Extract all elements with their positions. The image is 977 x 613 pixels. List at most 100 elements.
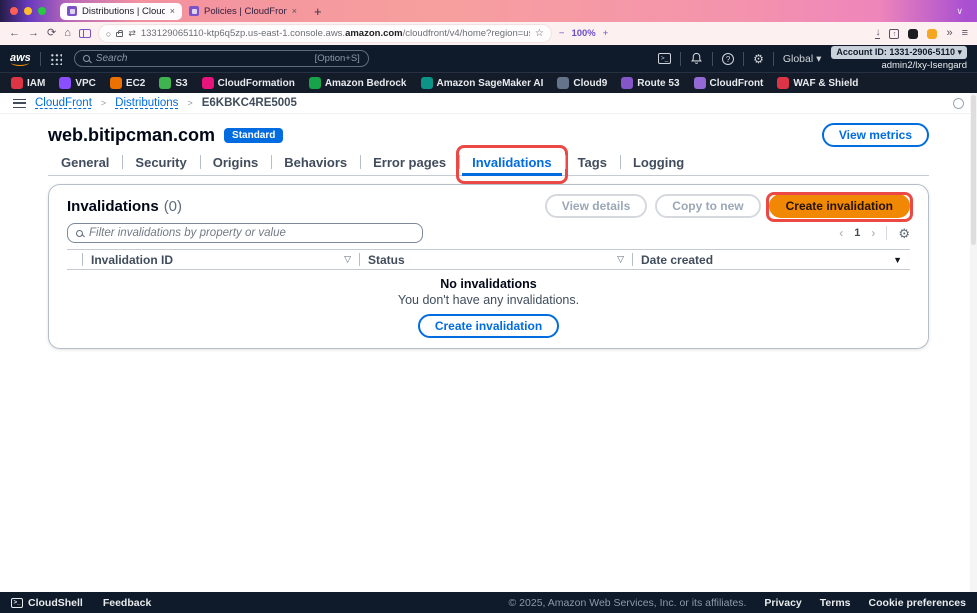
browser-tab-bar: Distributions | CloudFront | Glob × Poli…	[0, 0, 977, 22]
address-bar[interactable]: ○ ⇄ 133129065110-ktp6q5zp.us-east-1.cons…	[99, 25, 551, 42]
tab-logging[interactable]: Logging	[620, 150, 697, 175]
view-details-button[interactable]: View details	[545, 194, 647, 218]
bookmark-cloud9[interactable]: Cloud9	[557, 77, 607, 89]
region-selector[interactable]: Global ▾	[783, 53, 822, 65]
current-page[interactable]: 1	[854, 227, 860, 239]
divider	[773, 52, 774, 66]
tab-invalidations[interactable]: Invalidations	[459, 150, 564, 175]
filter-field[interactable]	[67, 223, 423, 243]
sidebar-toggle-icon[interactable]	[79, 29, 91, 38]
privacy-link[interactable]: Privacy	[764, 597, 801, 609]
page-title: web.bitipcman.com	[48, 125, 215, 146]
panel-title: Invalidations	[67, 198, 159, 215]
cookie-preferences-link[interactable]: Cookie preferences	[869, 597, 966, 609]
close-window-button[interactable]	[10, 7, 18, 15]
bookmark-cloudfront[interactable]: CloudFront	[694, 77, 764, 89]
aws-search-field[interactable]: [Option+S]	[74, 50, 369, 67]
breadcrumb: CloudFront > Distributions > E6KBKC4RE50…	[0, 93, 977, 114]
home-icon[interactable]: ⌂	[64, 28, 71, 39]
help-icon[interactable]: ?	[722, 53, 734, 65]
swap-icon[interactable]: ⇄	[128, 28, 136, 39]
search-icon	[76, 230, 83, 237]
view-metrics-button[interactable]: View metrics	[822, 123, 929, 147]
bookmark-star-icon[interactable]: ☆	[535, 28, 544, 39]
bookmark-route53[interactable]: Route 53	[621, 77, 679, 89]
page-header: web.bitipcman.com Standard View metrics	[48, 122, 929, 148]
tab-security[interactable]: Security	[122, 150, 199, 175]
services-grid-icon[interactable]	[50, 53, 62, 65]
bookmark-sagemaker[interactable]: Amazon SageMaker AI	[421, 77, 544, 89]
account-id-badge[interactable]: Account ID: 1331-2906-5110 ▾	[831, 46, 967, 59]
scrollbar-thumb[interactable]	[971, 95, 976, 245]
column-date-created[interactable]: Date created▼	[633, 253, 910, 267]
menu-icon[interactable]: ≡	[962, 28, 968, 39]
bookmark-bedrock[interactable]: Amazon Bedrock	[309, 77, 407, 89]
copy-to-new-button[interactable]: Copy to new	[655, 194, 760, 218]
sort-direction-icon[interactable]: ▼	[893, 255, 902, 265]
window-controls[interactable]	[10, 7, 46, 15]
maximize-window-button[interactable]	[38, 7, 46, 15]
download-icon[interactable]: ↓	[875, 28, 880, 39]
new-tab-button[interactable]: +	[314, 4, 322, 19]
tab-general[interactable]: General	[48, 150, 122, 175]
tab-overflow-chevron-icon[interactable]: ∨	[956, 6, 963, 17]
preferences-gear-icon[interactable]: ⚙	[898, 227, 910, 240]
extension-icon-orange[interactable]	[927, 29, 937, 39]
previous-page-icon[interactable]: ‹	[839, 226, 843, 240]
screen: Distributions | CloudFront | Glob × Poli…	[0, 0, 977, 613]
bookmark-vpc[interactable]: VPC	[59, 77, 96, 89]
tab-tags[interactable]: Tags	[565, 150, 620, 175]
cloudshell-icon[interactable]: >_	[658, 53, 671, 64]
bookmark-s3[interactable]: S3	[159, 77, 187, 89]
filter-funnel-icon[interactable]: ▽	[344, 254, 351, 265]
copyright-text: © 2025, Amazon Web Services, Inc. or its…	[509, 597, 747, 609]
extension-icon-dark[interactable]	[908, 29, 918, 39]
filter-funnel-icon[interactable]: ▽	[617, 254, 624, 265]
url-text[interactable]: 133129065110-ktp6q5zp.us-east-1.console.…	[141, 28, 530, 39]
divider	[712, 52, 713, 66]
column-status[interactable]: Status▽	[360, 253, 632, 267]
zoom-in-icon[interactable]: +	[603, 28, 609, 39]
reload-icon[interactable]: ⟳	[47, 28, 56, 39]
next-page-icon[interactable]: ›	[871, 226, 875, 240]
back-icon[interactable]: ←	[9, 28, 20, 39]
bookmark-ec2[interactable]: EC2	[110, 77, 145, 89]
feedback-link[interactable]: Feedback	[103, 597, 151, 609]
cloudshell-link[interactable]: >_CloudShell	[11, 597, 83, 609]
scrollbar[interactable]	[970, 93, 977, 592]
share-icon[interactable]: ↑	[889, 29, 899, 39]
tab-title: Policies | CloudFront | Global	[204, 6, 287, 17]
forward-icon[interactable]: →	[28, 28, 39, 39]
tab-origins[interactable]: Origins	[200, 150, 272, 175]
close-tab-icon[interactable]: ×	[292, 6, 297, 16]
column-invalidation-id[interactable]: Invalidation ID▽	[83, 253, 359, 267]
shield-icon[interactable]: ○	[106, 29, 111, 39]
invalidations-panel: Invalidations (0) View details Copy to n…	[48, 184, 929, 349]
zoom-out-icon[interactable]: −	[559, 28, 565, 39]
zoom-level[interactable]: 100%	[571, 28, 595, 39]
create-invalidation-button[interactable]: Create invalidation	[769, 194, 910, 218]
create-invalidation-empty-button[interactable]: Create invalidation	[418, 314, 559, 338]
close-tab-icon[interactable]: ×	[170, 6, 175, 16]
filter-input[interactable]	[89, 227, 414, 239]
terms-link[interactable]: Terms	[820, 597, 851, 609]
console-footer: >_CloudShell Feedback © 2025, Amazon Web…	[0, 592, 977, 613]
bookmark-waf[interactable]: WAF & Shield	[777, 77, 858, 89]
tab-error-pages[interactable]: Error pages	[360, 150, 459, 175]
breadcrumb-distributions[interactable]: Distributions	[115, 97, 178, 109]
notifications-bell-icon[interactable]	[690, 52, 703, 65]
breadcrumb-cloudfront[interactable]: CloudFront	[35, 97, 92, 109]
browser-tab-policies[interactable]: Policies | CloudFront | Global ×	[182, 3, 304, 20]
extensions-overflow-icon[interactable]: »	[946, 28, 952, 39]
search-input[interactable]	[96, 53, 309, 64]
minimize-window-button[interactable]	[24, 7, 32, 15]
tab-behaviors[interactable]: Behaviors	[271, 150, 360, 175]
refresh-icon[interactable]	[953, 98, 964, 109]
empty-state: No invalidations You don't have any inva…	[67, 270, 910, 338]
bookmark-cloudformation[interactable]: CloudFormation	[202, 77, 295, 89]
settings-gear-icon[interactable]: ⚙	[753, 53, 764, 65]
bookmark-iam[interactable]: IAM	[11, 77, 45, 89]
browser-tab-distributions[interactable]: Distributions | CloudFront | Glob ×	[60, 3, 182, 20]
side-nav-hamburger-icon[interactable]	[13, 99, 26, 108]
aws-logo[interactable]: aws	[10, 52, 31, 66]
